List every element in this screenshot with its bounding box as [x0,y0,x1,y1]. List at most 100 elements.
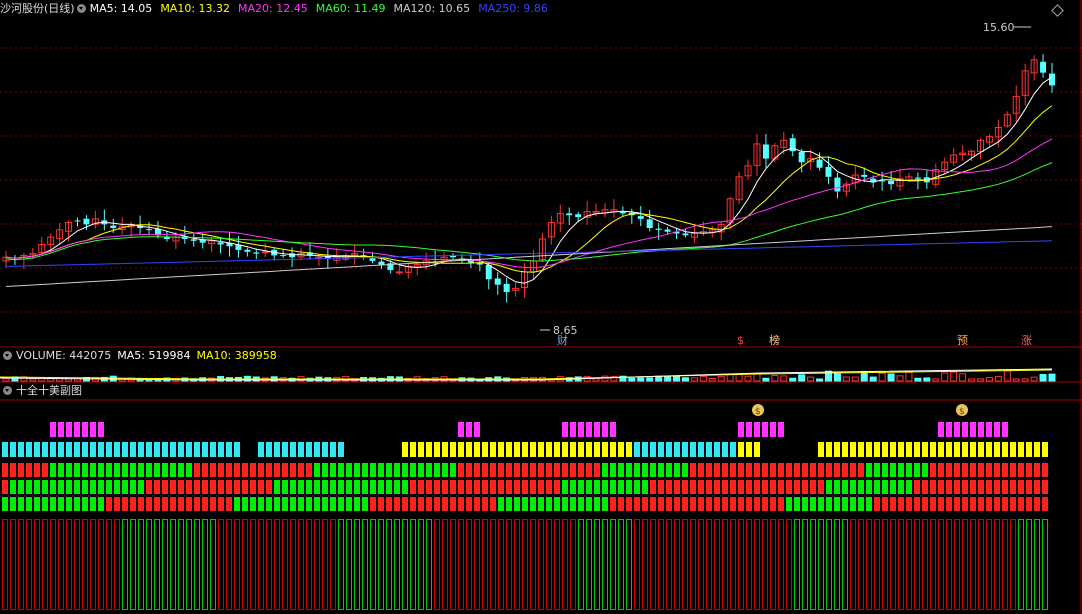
signal-block [402,497,408,511]
signal-outline [698,519,704,610]
signal-outline [378,519,384,610]
signal-block [970,497,976,511]
signal-block [458,463,464,477]
signal-outline [410,519,416,610]
signal-block [634,480,640,494]
signal-magenta [778,422,784,437]
signal-block [706,463,712,477]
signal-yellow-cyan [314,442,320,457]
candle-down [494,278,501,285]
signal-block [634,497,640,511]
signal-outline [738,519,744,610]
signal-block [1010,480,1016,494]
signal-block [74,497,80,511]
signal-outline [850,519,856,610]
high-price-label: 15.60 [983,21,1015,34]
signal-yellow-cyan [1026,442,1032,457]
signal-yellow-cyan [554,442,560,457]
signal-outline [546,519,552,610]
signal-outline [474,519,480,610]
signal-block [690,463,696,477]
signal-block [850,480,856,494]
signal-block [682,497,688,511]
signal-magenta [610,422,616,437]
signal-block [282,497,288,511]
signal-block [858,497,864,511]
signal-block [322,480,328,494]
signal-block [978,497,984,511]
signal-block [914,480,920,494]
marker-cai[interactable]: 财 [557,333,568,347]
signal-block [330,497,336,511]
signal-magenta [90,422,96,437]
signal-yellow-cyan [450,442,456,457]
signal-block [586,463,592,477]
signal-block [1002,463,1008,477]
signal-yellow-cyan [882,442,888,457]
signal-block [474,480,480,494]
signal-yellow-cyan [322,442,328,457]
signal-block [426,497,432,511]
signal-block [474,497,480,511]
signal-block [538,463,544,477]
signal-outline [650,519,656,610]
signal-outline [506,519,512,610]
marker-bang[interactable]: 榜 [769,333,780,347]
signal-block [994,480,1000,494]
signal-yellow-cyan [738,442,744,457]
signal-block [378,480,384,494]
signal-block [746,463,752,477]
signal-magenta [50,422,56,437]
signal-block [434,480,440,494]
signal-block [386,480,392,494]
signal-block [562,497,568,511]
signal-block [186,480,192,494]
signal-block [578,497,584,511]
signal-block [930,497,936,511]
volume-bar [976,378,984,382]
marker-yu[interactable]: 预 [957,334,968,347]
signal-block [586,497,592,511]
signal-yellow-cyan [210,442,216,457]
signal-block [170,480,176,494]
signal-block [610,497,616,511]
signal-block [570,480,576,494]
signal-block [354,463,360,477]
signal-outline [866,519,872,610]
signal-magenta [738,422,744,437]
marker-dollar[interactable]: $ [737,334,744,347]
candle-down [619,211,626,214]
signal-yellow-cyan [562,442,568,457]
signal-block [386,497,392,511]
signal-yellow-cyan [402,442,408,457]
signal-block [978,480,984,494]
signal-block [146,497,152,511]
signal-block [218,497,224,511]
signal-block [626,463,632,477]
signal-block [866,480,872,494]
marker-zhang[interactable]: 涨 [1021,334,1032,347]
signal-magenta [82,422,88,437]
signal-yellow-cyan [458,442,464,457]
signal-block [354,497,360,511]
signal-block [282,463,288,477]
signal-outline [1018,519,1024,610]
signal-block [690,480,696,494]
volume-bar [869,376,877,382]
signal-block [578,480,584,494]
signal-block [10,480,16,494]
signal-outline [490,519,496,610]
signal-outline [82,519,88,610]
signal-outline [226,519,232,610]
signal-block [666,497,672,511]
signal-block [706,497,712,511]
candle-down [190,239,197,241]
signal-block [770,463,776,477]
signal-block [234,480,240,494]
candle-down [110,225,117,229]
stock-chart[interactable]: 15.60 8.65 财 $ 榜 预 涨 $ $ [0,0,1082,614]
signal-block [18,497,24,511]
signal-outline [338,519,344,610]
signal-block [546,463,552,477]
volume-bar [655,375,663,382]
